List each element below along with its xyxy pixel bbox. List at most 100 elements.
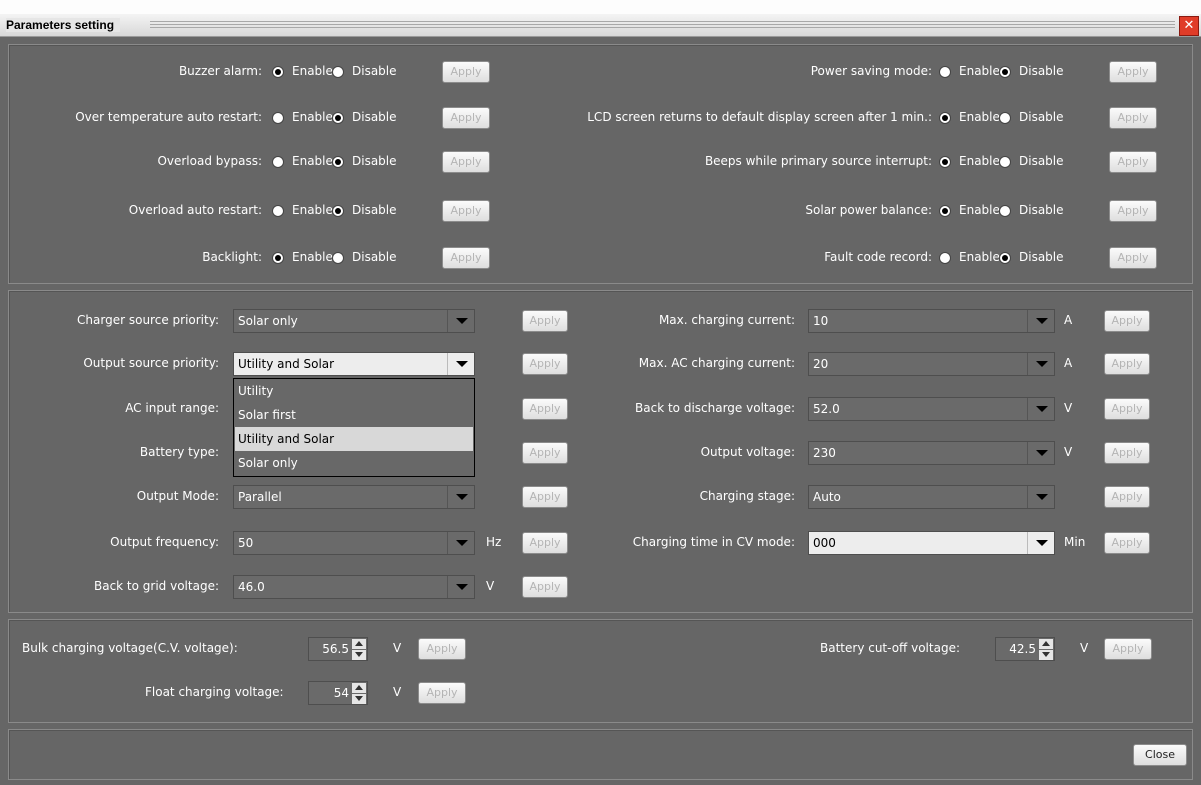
power-saving-mode-disable-radio[interactable] — [999, 66, 1011, 78]
backlight-disable-radio[interactable] — [332, 252, 344, 264]
overload-auto-restart-enable-radio[interactable] — [272, 205, 284, 217]
spinner-up-icon[interactable] — [352, 639, 366, 649]
ac-input-range-apply-button[interactable]: Apply — [522, 398, 568, 420]
buzzer-alarm-disable-radio[interactable] — [332, 66, 344, 78]
back-to-discharge-voltage-select[interactable]: 52.0 — [808, 397, 1055, 421]
charging-time-in-cv-mode-apply-button[interactable]: Apply — [1104, 532, 1150, 554]
float-charging-voltage-apply-button[interactable]: Apply — [418, 682, 466, 704]
beeps-while-primary-source-interrupt-enable-radio[interactable] — [939, 156, 951, 168]
backlight-disable-label: Disable — [352, 250, 397, 264]
close-button[interactable]: Close — [1133, 744, 1187, 766]
max-ac-charging-current-select[interactable]: 20 — [808, 352, 1055, 376]
chevron-down-icon[interactable] — [447, 486, 474, 508]
dropdown-option-utility[interactable]: Utility — [235, 379, 473, 403]
charging-stage-apply-button[interactable]: Apply — [1104, 486, 1150, 508]
overload-bypass-disable-radio[interactable] — [332, 156, 344, 168]
charging-stage-select[interactable]: Auto — [808, 485, 1055, 509]
dropdown-option-solar-only[interactable]: Solar only — [235, 451, 473, 475]
lcd-screen-returns-to-default-display-screen-after-1-min-apply-button[interactable]: Apply — [1109, 107, 1157, 129]
output-voltage-select[interactable]: 230 — [808, 441, 1055, 465]
back-to-grid-voltage-select[interactable]: 46.0 — [233, 575, 475, 599]
fault-code-record-enable-radio[interactable] — [939, 252, 951, 264]
spinner-up-icon[interactable] — [1039, 639, 1053, 649]
buzzer-alarm-apply-button[interactable]: Apply — [442, 61, 490, 83]
buzzer-alarm-label: Buzzer alarm: — [178, 64, 262, 78]
back-to-grid-voltage-apply-button[interactable]: Apply — [522, 576, 568, 598]
over-temperature-auto-restart-disable-label: Disable — [352, 110, 397, 124]
overload-bypass-apply-button[interactable]: Apply — [442, 151, 490, 173]
title-bar[interactable]: Parameters setting ✕ — [0, 14, 1201, 37]
chevron-down-icon[interactable] — [1027, 532, 1054, 554]
charger-source-priority-label: Charger source priority: — [77, 313, 219, 327]
lcd-screen-returns-to-default-display-screen-after-1-min-label: LCD screen returns to default display sc… — [587, 110, 932, 124]
output-source-dropdown-list[interactable]: Utility Solar first Utility and Solar So… — [233, 378, 475, 477]
output-mode-apply-button[interactable]: Apply — [522, 486, 568, 508]
chevron-down-icon[interactable] — [1027, 310, 1054, 332]
back-to-discharge-voltage-apply-button[interactable]: Apply — [1104, 398, 1150, 420]
solar-power-balance-disable-radio[interactable] — [999, 205, 1011, 217]
over-temperature-auto-restart-apply-button[interactable]: Apply — [442, 107, 490, 129]
max-charging-current-unit: A — [1064, 313, 1073, 327]
lcd-screen-returns-to-default-display-screen-after-1-min-disable-radio[interactable] — [999, 112, 1011, 124]
beeps-while-primary-source-interrupt-disable-radio[interactable] — [999, 156, 1011, 168]
buzzer-alarm-enable-radio[interactable] — [272, 66, 284, 78]
dropdown-option-utility-and-solar[interactable]: Utility and Solar — [235, 427, 473, 451]
beeps-while-primary-source-interrupt-apply-button[interactable]: Apply — [1109, 151, 1157, 173]
chevron-down-icon[interactable] — [447, 532, 474, 554]
chevron-down-icon[interactable] — [1027, 353, 1054, 375]
spinner-up-icon[interactable] — [352, 683, 366, 693]
charging-time-in-cv-mode-select[interactable]: 000 — [808, 531, 1055, 555]
output-frequency-select[interactable]: 50 — [233, 531, 475, 555]
fault-code-record-apply-button[interactable]: Apply — [1109, 247, 1157, 269]
power-saving-mode-apply-button[interactable]: Apply — [1109, 61, 1157, 83]
charging-time-in-cv-mode-label: Charging time in CV mode: — [632, 535, 795, 549]
battery-cutoff-voltage-apply-button[interactable]: Apply — [1104, 638, 1152, 660]
battery-type-apply-button[interactable]: Apply — [522, 442, 568, 464]
lcd-screen-returns-to-default-display-screen-after-1-min-enable-radio[interactable] — [939, 112, 951, 124]
solar-power-balance-enable-label: Enable — [959, 203, 1000, 217]
spinner-down-icon[interactable] — [352, 694, 366, 704]
battery-cutoff-voltage-spinner[interactable]: 42.5 — [995, 637, 1055, 661]
output-source-priority-apply-button[interactable]: Apply — [522, 353, 568, 375]
fault-code-record-disable-radio[interactable] — [999, 252, 1011, 264]
float-charging-voltage-spinner[interactable]: 54 — [308, 681, 368, 705]
output-frequency-value: 50 — [238, 536, 254, 550]
solar-power-balance-apply-button[interactable]: Apply — [1109, 200, 1157, 222]
chevron-down-icon[interactable] — [1027, 486, 1054, 508]
bulk-charging-voltage-apply-button[interactable]: Apply — [418, 638, 466, 660]
backlight-apply-button[interactable]: Apply — [442, 247, 490, 269]
charger-source-priority-select[interactable]: Solar only — [233, 309, 475, 333]
chevron-down-icon[interactable] — [447, 576, 474, 598]
max-ac-charging-current-apply-button[interactable]: Apply — [1104, 353, 1150, 375]
overload-bypass-enable-radio[interactable] — [272, 156, 284, 168]
over-temperature-auto-restart-enable-radio[interactable] — [272, 112, 284, 124]
backlight-enable-radio[interactable] — [272, 252, 284, 264]
output-voltage-apply-button[interactable]: Apply — [1104, 442, 1150, 464]
spinner-down-icon[interactable] — [352, 650, 366, 660]
solar-power-balance-enable-radio[interactable] — [939, 205, 951, 217]
bulk-charging-voltage-spinner[interactable]: 56.5 — [308, 637, 368, 661]
close-icon[interactable]: ✕ — [1179, 16, 1199, 36]
output-mode-select[interactable]: Parallel — [233, 485, 475, 509]
max-charging-current-apply-button[interactable]: Apply — [1104, 310, 1150, 332]
over-temperature-auto-restart-disable-radio[interactable] — [332, 112, 344, 124]
spinner-down-icon[interactable] — [1039, 650, 1053, 660]
chevron-down-icon[interactable] — [447, 310, 474, 332]
output-voltage-unit: V — [1064, 445, 1073, 459]
output-frequency-label: Output frequency: — [110, 535, 219, 549]
charger-source-priority-apply-button[interactable]: Apply — [522, 310, 568, 332]
solar-power-balance-disable-label: Disable — [1019, 203, 1064, 217]
output-mode-value: Parallel — [238, 490, 282, 504]
output-frequency-apply-button[interactable]: Apply — [522, 532, 568, 554]
chevron-down-icon[interactable] — [447, 353, 474, 375]
power-saving-mode-enable-radio[interactable] — [939, 66, 951, 78]
chevron-down-icon[interactable] — [1027, 442, 1054, 464]
overload-auto-restart-disable-radio[interactable] — [332, 205, 344, 217]
max-charging-current-select[interactable]: 10 — [808, 309, 1055, 333]
dropdown-option-solar-first[interactable]: Solar first — [235, 403, 473, 427]
max-ac-charging-current-value: 20 — [813, 357, 829, 371]
output-source-priority-select[interactable]: Utility and Solar — [233, 352, 475, 376]
buzzer-alarm-disable-label: Disable — [352, 64, 397, 78]
overload-auto-restart-apply-button[interactable]: Apply — [442, 200, 490, 222]
chevron-down-icon[interactable] — [1027, 398, 1054, 420]
